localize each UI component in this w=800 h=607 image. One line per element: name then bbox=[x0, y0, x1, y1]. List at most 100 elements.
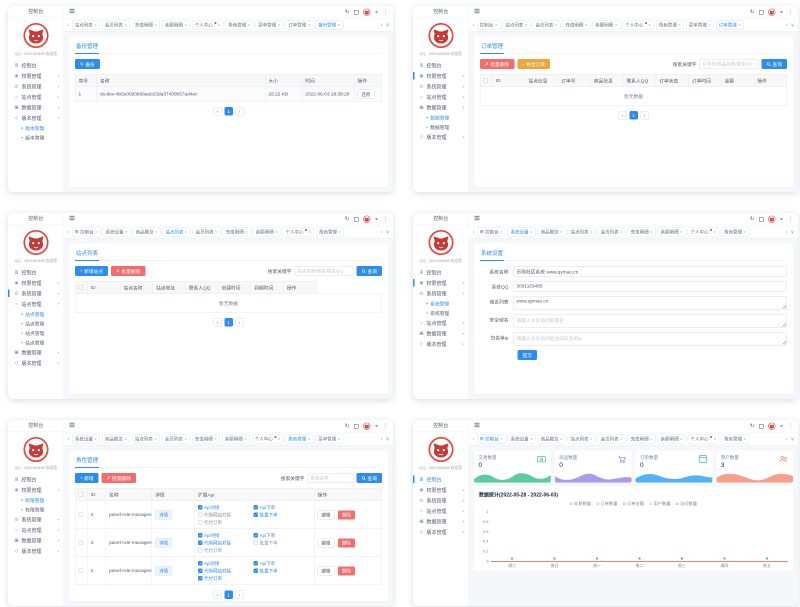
tab[interactable]: 系统设置 × bbox=[508, 227, 536, 236]
pagination-prev[interactable]: ‹ bbox=[213, 107, 222, 116]
backup-button[interactable]: ↻ 备份 bbox=[75, 59, 100, 69]
legend-item[interactable]: 订单金额 bbox=[623, 501, 644, 507]
close-icon[interactable]: × bbox=[184, 436, 186, 441]
permission-checkbox[interactable]: 代购网站对接 bbox=[198, 512, 252, 519]
sidebar-menu-item[interactable]: ◎ 系统管理 ▸ bbox=[413, 81, 469, 92]
close-icon[interactable]: × bbox=[95, 229, 97, 234]
permission-checkbox[interactable]: Api对接 bbox=[198, 532, 252, 539]
close-icon[interactable]: × bbox=[308, 436, 310, 441]
sidebar-submenu-item[interactable]: ▸ 权限管理 bbox=[8, 505, 64, 515]
close-icon[interactable]: × bbox=[680, 436, 682, 441]
search-button[interactable]: 查询 bbox=[356, 473, 382, 483]
tab[interactable]: 角色管理 × bbox=[285, 434, 313, 443]
tab[interactable]: 站点列表 × bbox=[132, 434, 160, 443]
tab[interactable]: 会员列表 × bbox=[162, 434, 190, 443]
fullscreen-icon[interactable] bbox=[759, 424, 764, 429]
chevron-down-icon[interactable] bbox=[780, 218, 783, 221]
sidebar-menu-item[interactable]: ⊞ 控制台 bbox=[413, 60, 469, 71]
delete-button[interactable]: 删除 bbox=[338, 538, 355, 547]
tabs-scroll-left-icon[interactable]: ‹ bbox=[472, 229, 475, 235]
tab[interactable]: 商品概览 × bbox=[538, 434, 566, 443]
sidebar-submenu-item[interactable]: ▸ 站点管理 bbox=[8, 328, 64, 338]
permission-checkbox[interactable]: 代付订单 bbox=[198, 519, 252, 526]
select-all-checkbox[interactable] bbox=[484, 78, 489, 83]
sidebar-menu-item[interactable]: ○ 站点管理 ▸ bbox=[413, 92, 469, 103]
tab[interactable]: 商品概览 × bbox=[102, 434, 130, 443]
permission-checkbox[interactable]: 批量下单 bbox=[254, 568, 308, 575]
tab[interactable]: 个人中心 × bbox=[688, 227, 719, 236]
sidebar-submenu-item[interactable]: ▸ 数据管理 bbox=[413, 113, 469, 123]
sidebar-menu-item[interactable]: ▣ 数据管理 ▸ bbox=[8, 535, 64, 546]
sidebar-menu-item[interactable]: ◉ 权限管理 ▸ bbox=[8, 71, 64, 82]
select-all-checkbox[interactable] bbox=[79, 492, 84, 497]
tab[interactable]: 会员列表 × bbox=[193, 227, 221, 236]
permission-checkbox[interactable]: Api下单 bbox=[254, 560, 308, 567]
close-icon[interactable]: × bbox=[185, 229, 187, 234]
close-icon[interactable]: × bbox=[555, 22, 557, 27]
tab[interactable]: 会员列表 × bbox=[598, 227, 626, 236]
sidebar-menu-item[interactable]: ▣ 数据管理 ▸ bbox=[413, 516, 469, 527]
delete-button[interactable]: 删除 bbox=[338, 566, 355, 575]
close-icon[interactable]: × bbox=[124, 436, 126, 441]
tabs-scroll-left-icon[interactable]: ‹ bbox=[472, 22, 475, 28]
sidebar-submenu-item[interactable]: ▸ 系统管理 bbox=[413, 299, 469, 309]
more-options-icon[interactable]: ⋮ bbox=[788, 9, 794, 15]
detail-button[interactable]: 详情 bbox=[155, 510, 172, 520]
sidebar-menu-item[interactable]: ◉ 权限管理 ▾ bbox=[8, 485, 64, 496]
close-icon[interactable]: × bbox=[275, 229, 277, 234]
tab[interactable]: 余额明细 × bbox=[658, 227, 686, 236]
pagination-next[interactable]: › bbox=[235, 318, 244, 327]
tab[interactable]: 余额明细 × bbox=[592, 20, 620, 29]
tab[interactable]: 系统设置 × bbox=[508, 434, 536, 443]
search-input[interactable] bbox=[294, 266, 353, 276]
collapse-menu-icon[interactable] bbox=[69, 215, 75, 224]
textarea-field[interactable]: www.qymao.cn bbox=[513, 296, 787, 310]
close-icon[interactable]: × bbox=[94, 22, 96, 27]
row-checkbox[interactable] bbox=[79, 540, 84, 545]
permission-checkbox[interactable]: 批量下单 bbox=[254, 540, 308, 547]
collapse-menu-icon[interactable] bbox=[69, 422, 75, 431]
permission-checkbox[interactable]: Api下单 bbox=[254, 504, 308, 511]
tab[interactable]: 角色管理 × bbox=[721, 227, 749, 236]
more-options-icon[interactable]: ⋮ bbox=[788, 216, 794, 222]
tab[interactable]: 个人中心 × bbox=[283, 227, 314, 236]
close-icon[interactable]: × bbox=[94, 436, 96, 441]
more-options-icon[interactable]: ⋮ bbox=[383, 216, 389, 222]
close-icon[interactable]: × bbox=[560, 229, 562, 234]
tabs-scroll-right-icon[interactable]: › bbox=[785, 22, 788, 28]
sidebar-submenu-item[interactable]: ▸ 系统管理 bbox=[413, 308, 469, 318]
tab[interactable]: 余额明细 × bbox=[253, 227, 281, 236]
tabs-dropdown-icon[interactable]: ∨ bbox=[790, 436, 795, 443]
permission-checkbox[interactable]: Api对接 bbox=[198, 504, 252, 511]
close-icon[interactable]: × bbox=[714, 436, 716, 441]
tab[interactable]: 个人中心 × bbox=[252, 434, 283, 443]
refresh-icon[interactable]: ↻ bbox=[345, 9, 350, 15]
close-icon[interactable]: × bbox=[125, 229, 127, 234]
delete-icon[interactable]: ✗ 批量删除 bbox=[111, 266, 145, 276]
close-icon[interactable]: × bbox=[184, 22, 186, 27]
chevron-down-icon[interactable] bbox=[780, 11, 783, 14]
tab[interactable]: 余额明细 × bbox=[162, 20, 190, 29]
refresh-icon[interactable]: ↻ bbox=[345, 423, 350, 429]
tabs-dropdown-icon[interactable]: ∨ bbox=[385, 229, 390, 236]
fullscreen-icon[interactable] bbox=[354, 10, 359, 15]
tabs-scroll-right-icon[interactable]: › bbox=[380, 22, 383, 28]
chevron-down-icon[interactable] bbox=[780, 425, 783, 428]
close-icon[interactable]: × bbox=[308, 22, 310, 27]
close-icon[interactable]: × bbox=[500, 229, 502, 234]
textarea-field[interactable] bbox=[513, 332, 787, 346]
select-all-checkbox[interactable] bbox=[79, 285, 84, 290]
tab[interactable]: 角色管理 × bbox=[225, 20, 253, 29]
close-icon[interactable]: × bbox=[245, 229, 247, 234]
tab[interactable]: 商品概览 × bbox=[538, 227, 566, 236]
avatar[interactable] bbox=[768, 215, 776, 223]
delete-icon[interactable]: ✗ 批量删除 bbox=[480, 59, 514, 69]
sidebar-submenu-item[interactable]: ▸ 版本管理 bbox=[8, 123, 64, 133]
text-field[interactable] bbox=[513, 266, 787, 277]
close-icon[interactable]: × bbox=[338, 436, 340, 441]
export-icon[interactable]: ↓ 导出订单 bbox=[517, 59, 550, 69]
sidebar-submenu-item[interactable]: ▸ 版本管理 bbox=[8, 133, 64, 143]
sidebar-menu-item[interactable]: ▣ 数据管理 ▸ bbox=[413, 328, 469, 339]
search-button[interactable]: 查询 bbox=[356, 266, 382, 276]
close-icon[interactable]: × bbox=[650, 436, 652, 441]
